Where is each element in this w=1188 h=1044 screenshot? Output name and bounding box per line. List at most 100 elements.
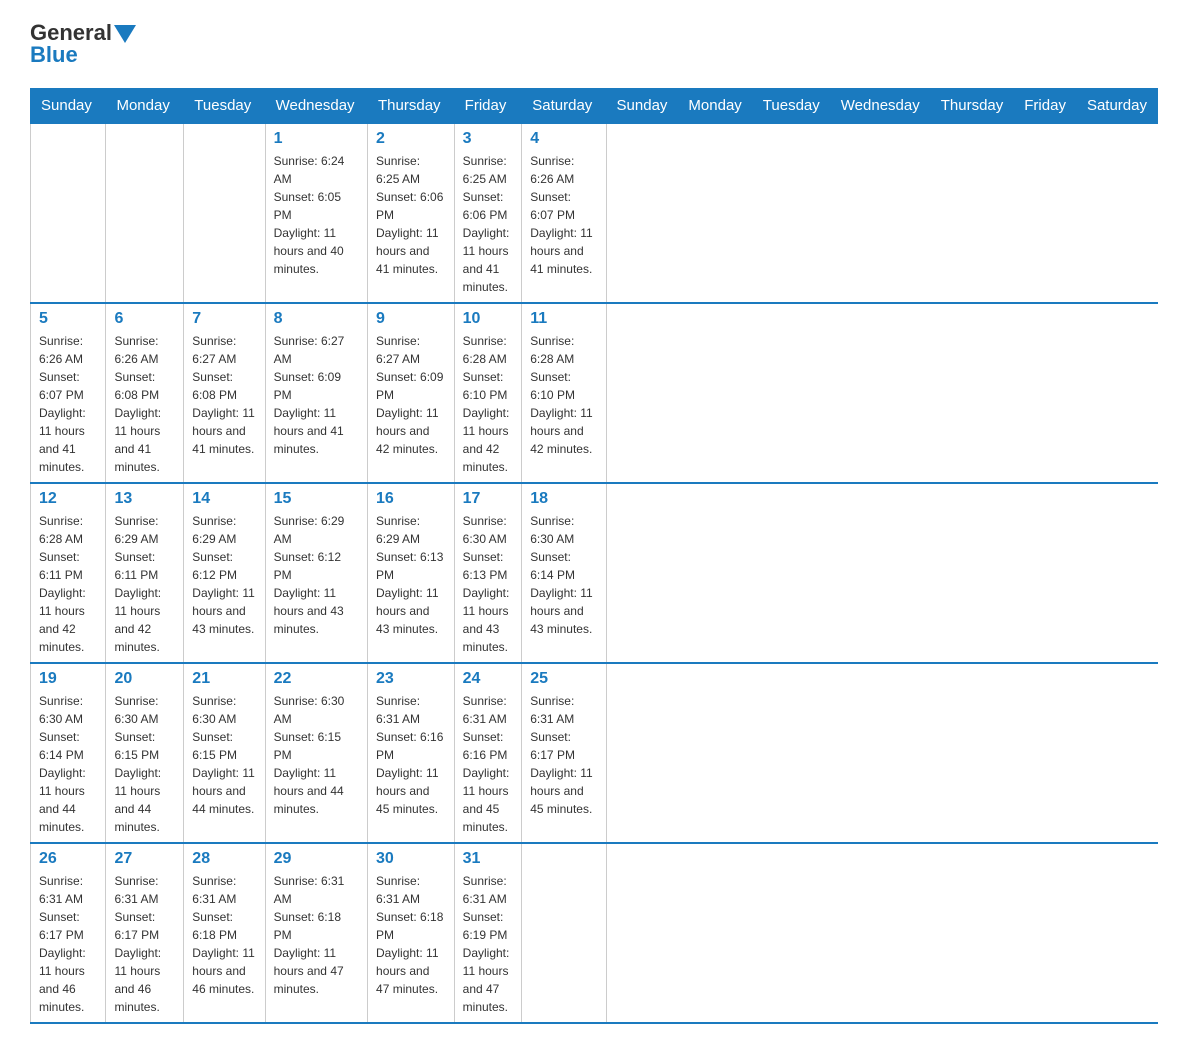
day-number: 4 <box>530 130 597 148</box>
page-header: General Blue <box>30 20 1158 68</box>
day-info: Sunrise: 6:26 AMSunset: 6:07 PMDaylight:… <box>530 152 597 278</box>
calendar-day-empty <box>184 123 265 303</box>
day-info: Sunrise: 6:29 AMSunset: 6:12 PMDaylight:… <box>274 512 359 638</box>
calendar-day-31: 31Sunrise: 6:31 AMSunset: 6:19 PMDayligh… <box>454 843 522 1023</box>
day-number: 28 <box>192 850 256 868</box>
day-info: Sunrise: 6:29 AMSunset: 6:13 PMDaylight:… <box>376 512 446 638</box>
logo-triangle-icon <box>114 25 136 43</box>
logo-blue: Blue <box>30 42 78 68</box>
weekday-header-thursday: Thursday <box>368 89 455 124</box>
day-number: 10 <box>463 310 514 328</box>
calendar-week-row: 1 Sunrise: 6:24 AMSunset: 6:05 PMDaylight… <box>31 123 1158 303</box>
day-info: Sunrise: 6:31 AMSunset: 6:16 PMDaylight:… <box>376 692 446 818</box>
day-info: Sunrise: 6:31 AMSunset: 6:18 PMDaylight:… <box>192 872 256 998</box>
day-number: 2 <box>376 130 446 148</box>
calendar-week-row: 26 Sunrise: 6:31 AMSunset: 6:17 PMDayligh… <box>31 843 1158 1023</box>
day-number: 17 <box>463 490 514 508</box>
calendar-day-23: 23 Sunrise: 6:31 AMSunset: 6:16 PMDayligh… <box>368 663 455 843</box>
calendar-day-5: 5Sunrise: 6:26 AMSunset: 6:07 PMDaylight… <box>31 303 106 483</box>
day-number: 16 <box>376 490 446 508</box>
day-info: Sunrise: 6:31 AMSunset: 6:18 PMDaylight:… <box>274 872 359 998</box>
weekday-header-thursday: Thursday <box>930 89 1014 124</box>
day-info: Sunrise: 6:30 AMSunset: 6:15 PMDaylight:… <box>274 692 359 818</box>
day-number: 13 <box>114 490 175 508</box>
day-info: Sunrise: 6:30 AMSunset: 6:14 PMDaylight:… <box>39 692 97 836</box>
weekday-header-saturday: Saturday <box>1076 89 1157 124</box>
calendar-day-16: 16 Sunrise: 6:29 AMSunset: 6:13 PMDayligh… <box>368 483 455 663</box>
day-number: 5 <box>39 310 97 328</box>
calendar-day-10: 10 Sunrise: 6:28 AMSunset: 6:10 PMDayligh… <box>454 303 522 483</box>
calendar-day-4: 4 Sunrise: 6:26 AMSunset: 6:07 PMDaylight… <box>522 123 606 303</box>
calendar-day-empty <box>31 123 106 303</box>
calendar-day-6: 6Sunrise: 6:26 AMSunset: 6:08 PMDaylight… <box>106 303 184 483</box>
day-number: 12 <box>39 490 97 508</box>
day-number: 14 <box>192 490 256 508</box>
calendar-header-row: SundayMondayTuesdayWednesdayThursdayFrid… <box>31 89 1158 124</box>
day-info: Sunrise: 6:27 AMSunset: 6:08 PMDaylight:… <box>192 332 256 458</box>
day-number: 18 <box>530 490 597 508</box>
day-info: Sunrise: 6:31 AMSunset: 6:17 PMDaylight:… <box>39 872 97 1016</box>
calendar-day-13: 13 Sunrise: 6:29 AMSunset: 6:11 PMDayligh… <box>106 483 184 663</box>
day-number: 19 <box>39 670 97 688</box>
calendar-day-8: 8 Sunrise: 6:27 AMSunset: 6:09 PMDaylight… <box>265 303 367 483</box>
day-info: Sunrise: 6:31 AMSunset: 6:17 PMDaylight:… <box>530 692 597 818</box>
day-number: 3 <box>463 130 514 148</box>
day-number: 11 <box>530 310 597 328</box>
weekday-header-wednesday: Wednesday <box>830 89 930 124</box>
calendar-day-30: 30 Sunrise: 6:31 AMSunset: 6:18 PMDayligh… <box>368 843 455 1023</box>
weekday-header-tuesday: Tuesday <box>752 89 830 124</box>
day-info: Sunrise: 6:24 AMSunset: 6:05 PMDaylight:… <box>274 152 359 278</box>
weekday-header-saturday: Saturday <box>522 89 606 124</box>
day-number: 27 <box>114 850 175 868</box>
day-info: Sunrise: 6:29 AMSunset: 6:12 PMDaylight:… <box>192 512 256 638</box>
day-info: Sunrise: 6:28 AMSunset: 6:10 PMDaylight:… <box>463 332 514 476</box>
calendar-week-row: 19 Sunrise: 6:30 AMSunset: 6:14 PMDayligh… <box>31 663 1158 843</box>
calendar-day-27: 27Sunrise: 6:31 AMSunset: 6:17 PMDayligh… <box>106 843 184 1023</box>
day-info: Sunrise: 6:25 AMSunset: 6:06 PMDaylight:… <box>463 152 514 296</box>
day-info: Sunrise: 6:30 AMSunset: 6:15 PMDaylight:… <box>114 692 175 836</box>
calendar-day-7: 7Sunrise: 6:27 AMSunset: 6:08 PMDaylight… <box>184 303 265 483</box>
weekday-header-wednesday: Wednesday <box>265 89 367 124</box>
calendar-day-20: 20Sunrise: 6:30 AMSunset: 6:15 PMDayligh… <box>106 663 184 843</box>
calendar-day-3: 3 Sunrise: 6:25 AMSunset: 6:06 PMDaylight… <box>454 123 522 303</box>
calendar-day-24: 24Sunrise: 6:31 AMSunset: 6:16 PMDayligh… <box>454 663 522 843</box>
calendar-day-empty <box>522 843 606 1023</box>
day-number: 22 <box>274 670 359 688</box>
day-info: Sunrise: 6:26 AMSunset: 6:08 PMDaylight:… <box>114 332 175 476</box>
day-number: 8 <box>274 310 359 328</box>
weekday-header-monday: Monday <box>678 89 752 124</box>
calendar-day-17: 17Sunrise: 6:30 AMSunset: 6:13 PMDayligh… <box>454 483 522 663</box>
calendar-day-26: 26 Sunrise: 6:31 AMSunset: 6:17 PMDayligh… <box>31 843 106 1023</box>
calendar-day-25: 25 Sunrise: 6:31 AMSunset: 6:17 PMDayligh… <box>522 663 606 843</box>
weekday-header-sunday: Sunday <box>31 89 106 124</box>
calendar-day-12: 12Sunrise: 6:28 AMSunset: 6:11 PMDayligh… <box>31 483 106 663</box>
day-number: 25 <box>530 670 597 688</box>
calendar-week-row: 5Sunrise: 6:26 AMSunset: 6:07 PMDaylight… <box>31 303 1158 483</box>
day-info: Sunrise: 6:25 AMSunset: 6:06 PMDaylight:… <box>376 152 446 278</box>
day-number: 1 <box>274 130 359 148</box>
calendar-day-19: 19 Sunrise: 6:30 AMSunset: 6:14 PMDayligh… <box>31 663 106 843</box>
day-number: 9 <box>376 310 446 328</box>
day-info: Sunrise: 6:27 AMSunset: 6:09 PMDaylight:… <box>274 332 359 458</box>
day-number: 23 <box>376 670 446 688</box>
day-info: Sunrise: 6:31 AMSunset: 6:18 PMDaylight:… <box>376 872 446 998</box>
day-info: Sunrise: 6:30 AMSunset: 6:14 PMDaylight:… <box>530 512 597 638</box>
day-info: Sunrise: 6:29 AMSunset: 6:11 PMDaylight:… <box>114 512 175 656</box>
calendar-week-row: 12Sunrise: 6:28 AMSunset: 6:11 PMDayligh… <box>31 483 1158 663</box>
calendar-day-29: 29Sunrise: 6:31 AMSunset: 6:18 PMDayligh… <box>265 843 367 1023</box>
weekday-header-monday: Monday <box>106 89 184 124</box>
day-info: Sunrise: 6:27 AMSunset: 6:09 PMDaylight:… <box>376 332 446 458</box>
day-number: 15 <box>274 490 359 508</box>
calendar-table: SundayMondayTuesdayWednesdayThursdayFrid… <box>30 88 1158 1024</box>
calendar-day-9: 9 Sunrise: 6:27 AMSunset: 6:09 PMDaylight… <box>368 303 455 483</box>
calendar-day-18: 18 Sunrise: 6:30 AMSunset: 6:14 PMDayligh… <box>522 483 606 663</box>
calendar-day-empty <box>106 123 184 303</box>
calendar-day-14: 14 Sunrise: 6:29 AMSunset: 6:12 PMDayligh… <box>184 483 265 663</box>
calendar-day-2: 2 Sunrise: 6:25 AMSunset: 6:06 PMDaylight… <box>368 123 455 303</box>
day-info: Sunrise: 6:28 AMSunset: 6:10 PMDaylight:… <box>530 332 597 458</box>
calendar-day-1: 1 Sunrise: 6:24 AMSunset: 6:05 PMDaylight… <box>265 123 367 303</box>
day-number: 26 <box>39 850 97 868</box>
day-number: 30 <box>376 850 446 868</box>
weekday-header-tuesday: Tuesday <box>184 89 265 124</box>
weekday-header-friday: Friday <box>1014 89 1077 124</box>
